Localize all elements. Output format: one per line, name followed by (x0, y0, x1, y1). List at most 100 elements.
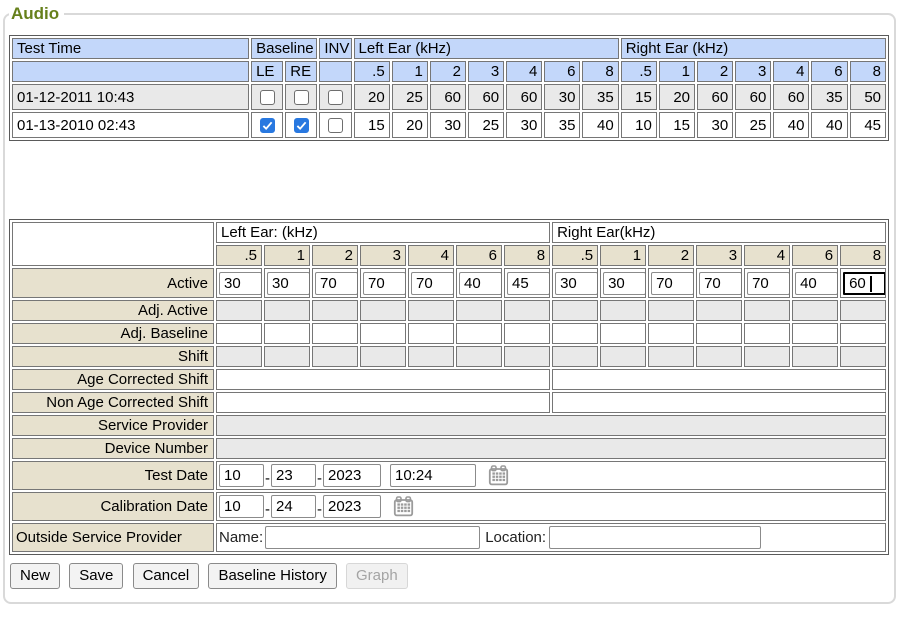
active-right-05-input[interactable] (555, 272, 598, 295)
shift-cell (456, 346, 502, 367)
test-date-time-input[interactable] (390, 464, 476, 487)
freq-header: 8 (504, 245, 550, 266)
active-left-4-input[interactable] (411, 272, 454, 295)
value-cell: 20 (659, 84, 695, 110)
calibration-date-calendar-icon[interactable] (393, 496, 414, 517)
adj-active-cell (216, 300, 262, 321)
date-separator: - (265, 470, 270, 487)
shift-cell (600, 346, 646, 367)
adj-baseline-cell (840, 323, 886, 344)
active-right-2-input[interactable] (651, 272, 694, 295)
adj-baseline-cell (360, 323, 406, 344)
non-age-corrected-shift-row-label: Non Age Corrected Shift (12, 392, 214, 413)
adj-baseline-cell (312, 323, 358, 344)
active-right-1-input[interactable] (603, 272, 646, 295)
value-cell: 45 (850, 112, 886, 138)
row0-baseline-le-checkbox[interactable] (260, 90, 275, 105)
new-button[interactable]: New (10, 563, 60, 589)
test-time-cell: 01-13-2010 02:43 (12, 112, 249, 138)
entry-left-ear-header: Left Ear: (kHz) (216, 222, 550, 243)
freq-header: 4 (773, 61, 809, 82)
service-provider-row-label: Service Provider (12, 415, 214, 436)
header-test-time: Test Time (12, 38, 249, 59)
freq-header: 4 (408, 245, 454, 266)
save-button[interactable]: Save (69, 563, 123, 589)
freq-header: 4 (744, 245, 790, 266)
value-cell: 40 (582, 112, 618, 138)
value-cell: 30 (697, 112, 733, 138)
outside-provider-name-input[interactable] (265, 526, 480, 549)
adj-active-cell (312, 300, 358, 321)
shift-cell (264, 346, 310, 367)
row0-baseline-re-checkbox[interactable] (294, 90, 309, 105)
value-cell: 25 (735, 112, 771, 138)
active-left-05-input[interactable] (219, 272, 262, 295)
audio-entry-table: Left Ear: (kHz) Right Ear(kHz) .5 1 2 3 … (9, 219, 889, 555)
active-left-2-input[interactable] (315, 272, 358, 295)
freq-header: 8 (582, 61, 618, 82)
value-cell: 60 (735, 84, 771, 110)
adj-baseline-cell (600, 323, 646, 344)
active-left-6-input[interactable] (459, 272, 502, 295)
shift-cell (792, 346, 838, 367)
value-cell: 15 (659, 112, 695, 138)
freq-header: 1 (600, 245, 646, 266)
freq-header: .5 (354, 61, 390, 82)
shift-cell (504, 346, 550, 367)
test-date-year-input[interactable] (323, 464, 381, 487)
age-corrected-shift-row-label: Age Corrected Shift (12, 369, 214, 390)
freq-header: 3 (696, 245, 742, 266)
row1-baseline-re-checkbox[interactable] (294, 118, 309, 133)
test-date-month-input[interactable] (219, 464, 264, 487)
active-right-3-input[interactable] (699, 272, 742, 295)
value-cell: 15 (354, 112, 390, 138)
freq-header: 2 (697, 61, 733, 82)
active-left-3-input[interactable] (363, 272, 406, 295)
active-left-1-input[interactable] (267, 272, 310, 295)
adj-active-cell (456, 300, 502, 321)
entry-right-ear-header: Right Ear(kHz) (552, 222, 886, 243)
name-label: Name: (219, 529, 263, 546)
adj-active-cell (408, 300, 454, 321)
row1-baseline-le-checkbox[interactable] (260, 118, 275, 133)
outside-service-provider-row-label: Outside Service Provider (12, 523, 214, 552)
freq-header: .5 (552, 245, 598, 266)
freq-header: 8 (850, 61, 886, 82)
service-provider-value-cell (216, 415, 886, 436)
cancel-button[interactable]: Cancel (133, 563, 200, 589)
adj-active-cell (840, 300, 886, 321)
adj-active-row-label: Adj. Active (12, 300, 214, 321)
value-cell: 60 (506, 84, 542, 110)
row1-inv-checkbox[interactable] (328, 118, 343, 133)
active-right-8-input[interactable] (843, 272, 886, 295)
value-cell: 15 (621, 84, 657, 110)
freq-header: 6 (811, 61, 847, 82)
calibration-date-month-input[interactable] (219, 495, 264, 518)
active-right-4-input[interactable] (747, 272, 790, 295)
freq-header: 3 (735, 61, 771, 82)
value-cell: 60 (430, 84, 466, 110)
row0-inv-checkbox[interactable] (328, 90, 343, 105)
shift-cell (408, 346, 454, 367)
graph-button: Graph (346, 563, 408, 589)
shift-cell (360, 346, 406, 367)
value-cell: 20 (392, 112, 428, 138)
outside-provider-location-input[interactable] (549, 526, 761, 549)
active-left-8-input[interactable] (507, 272, 550, 295)
adj-active-cell (264, 300, 310, 321)
shift-cell (648, 346, 694, 367)
calibration-date-day-input[interactable] (271, 495, 316, 518)
header-re: RE (285, 61, 317, 82)
test-date-day-input[interactable] (271, 464, 316, 487)
test-date-calendar-icon[interactable] (488, 465, 509, 486)
header-empty-cell (319, 61, 351, 82)
header-inv: INV (319, 38, 351, 59)
baseline-history-button[interactable]: Baseline History (208, 563, 336, 589)
calibration-date-year-input[interactable] (323, 495, 381, 518)
active-right-6-input[interactable] (795, 272, 838, 295)
header-baseline: Baseline (251, 38, 317, 59)
adj-active-cell (600, 300, 646, 321)
value-cell: 35 (544, 112, 580, 138)
adj-baseline-cell (216, 323, 262, 344)
freq-header: 2 (430, 61, 466, 82)
